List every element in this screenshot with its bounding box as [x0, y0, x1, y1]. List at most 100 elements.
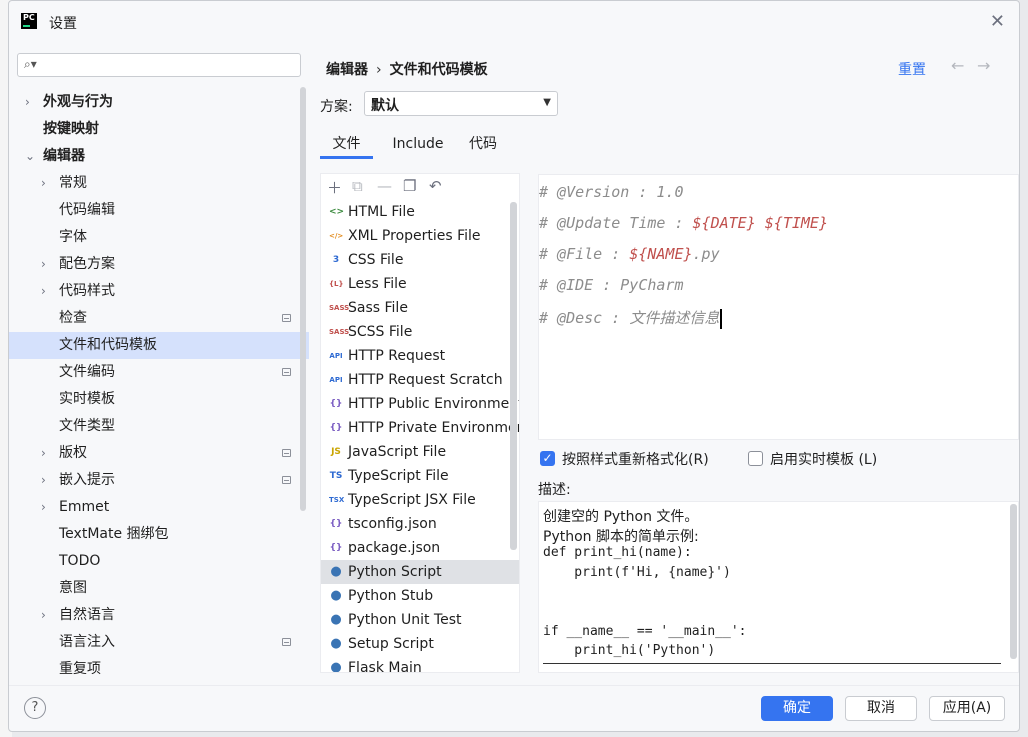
description-scrollbar[interactable]	[1010, 504, 1017, 659]
chevron-right-icon[interactable]: ›	[41, 494, 46, 521]
sidebar-item-label: 嵌入提示	[59, 472, 115, 488]
breadcrumb-editor[interactable]: 编辑器	[326, 62, 368, 78]
sidebar-item[interactable]: › Emmet	[9, 494, 309, 521]
template-editor[interactable]: # @Version : 1.0 # @Update Time : ${DATE}…	[538, 174, 1019, 440]
project-level-icon	[282, 314, 291, 322]
sidebar-item[interactable]: TODO	[9, 548, 309, 575]
template-list-item[interactable]: {} HTTP Private Environment File	[321, 416, 519, 440]
sidebar-item[interactable]: 重复项	[9, 656, 309, 683]
tab-include[interactable]: Include	[383, 131, 453, 159]
sidebar-item[interactable]: 字体	[9, 224, 309, 251]
reset-icon[interactable]: ↶	[429, 177, 442, 195]
template-list-item[interactable]: JS JavaScript File	[321, 440, 519, 464]
sidebar-item[interactable]: 文件编码	[9, 359, 309, 386]
template-name: TypeScript JSX File	[348, 492, 476, 508]
live-templates-checkbox[interactable]	[748, 451, 763, 466]
template-list-item[interactable]: ● Setup Script	[321, 632, 519, 656]
sidebar-item[interactable]: TextMate 捆绑包	[9, 521, 309, 548]
sidebar-item[interactable]: › 代码样式	[9, 278, 309, 305]
reset-link[interactable]: 重置	[898, 59, 926, 79]
template-list-item[interactable]: API HTTP Request Scratch	[321, 368, 519, 392]
remove-icon[interactable]: —	[377, 177, 392, 195]
sidebar-item[interactable]: › 常规	[9, 170, 309, 197]
sidebar-item[interactable]: ⌄ 编辑器	[9, 143, 309, 170]
chevron-down-icon[interactable]: ⌄	[25, 143, 35, 170]
template-name: Flask Main	[348, 660, 422, 673]
file-type-icon: <>	[329, 207, 345, 217]
file-type-icon: TSX	[329, 496, 345, 504]
file-type-icon: JS	[331, 447, 341, 457]
template-list-item[interactable]: {} package.json	[321, 536, 519, 560]
template-list-item[interactable]: {} tsconfig.json	[321, 512, 519, 536]
chevron-right-icon[interactable]: ›	[41, 602, 46, 629]
sidebar-item-label: 语言注入	[59, 634, 115, 650]
code-value: ${NAME}	[629, 245, 693, 263]
add-icon[interactable]: ＋	[327, 177, 342, 198]
add-child-icon[interactable]: ⧉	[352, 177, 363, 195]
template-list-item[interactable]: {L} Less File	[321, 272, 519, 296]
text-caret	[720, 308, 723, 329]
chevron-right-icon[interactable]: ›	[41, 170, 46, 197]
file-type-icon: </>	[329, 232, 344, 240]
sidebar-item[interactable]: › 嵌入提示	[9, 467, 309, 494]
template-list-item[interactable]: TSX TypeScript JSX File	[321, 488, 519, 512]
template-list-item[interactable]: SASS Sass File	[321, 296, 519, 320]
sidebar-item[interactable]: 文件和代码模板	[9, 332, 309, 359]
template-list-item[interactable]: ● Python Unit Test	[321, 608, 519, 632]
sidebar-item[interactable]: 文件类型	[9, 413, 309, 440]
chevron-right-icon[interactable]: ›	[41, 278, 46, 305]
template-list-item[interactable]: TS TypeScript File	[321, 464, 519, 488]
help-button[interactable]: ?	[24, 697, 46, 719]
template-list-item[interactable]: {} HTTP Public Environment File	[321, 392, 519, 416]
ok-button[interactable]: 确定	[761, 696, 833, 721]
search-input[interactable]	[40, 56, 290, 74]
sidebar-item-label: 自然语言	[59, 607, 115, 623]
sidebar-item[interactable]: › 配色方案	[9, 251, 309, 278]
template-list-item[interactable]: <> HTML File	[321, 200, 519, 224]
template-list-item[interactable]: </> XML Properties File	[321, 224, 519, 248]
template-name: package.json	[348, 540, 441, 556]
scheme-dropdown[interactable]: 默认 ▼	[364, 91, 558, 116]
close-button[interactable]: ✕	[990, 11, 1005, 32]
reformat-checkbox[interactable]: ✓	[540, 451, 555, 466]
sidebar-item[interactable]: › 外观与行为	[9, 89, 309, 116]
sidebar-item-label: 编辑器	[43, 148, 85, 164]
template-list-panel: ＋ ⧉ — ❐ ↶ <> HTML File </> XML Properties F…	[320, 173, 520, 673]
code-line: # @Version : 1.0	[539, 183, 684, 205]
description-line: print_hi('Python')	[543, 643, 716, 659]
back-arrow-icon[interactable]: ←	[951, 56, 964, 75]
sidebar-item[interactable]: 按键映射	[9, 116, 309, 143]
apply-button[interactable]: 应用(A)	[929, 696, 1005, 721]
tab-code[interactable]: 代码	[460, 131, 506, 159]
sidebar-item[interactable]: 代码编辑	[9, 197, 309, 224]
tab-files[interactable]: 文件	[320, 131, 373, 159]
title-bar: PC 设置 ✕	[9, 1, 1019, 43]
sidebar-item[interactable]: 检查	[9, 305, 309, 332]
chevron-right-icon[interactable]: ›	[41, 440, 46, 467]
dialog-footer: ? 确定 取消 应用(A)	[9, 685, 1019, 731]
breadcrumb-separator: ›	[376, 62, 382, 78]
forward-arrow-icon[interactable]: →	[977, 56, 990, 75]
live-templates-label: 启用实时模板 (L)	[770, 452, 878, 468]
template-list-item[interactable]: ● Python Script	[321, 560, 519, 584]
template-list-item[interactable]: SASS SCSS File	[321, 320, 519, 344]
search-box[interactable]: ⌕▾	[17, 53, 301, 77]
template-list-item[interactable]: API HTTP Request	[321, 344, 519, 368]
template-list-scrollbar[interactable]	[510, 202, 517, 550]
sidebar-item[interactable]: 语言注入	[9, 629, 309, 656]
sidebar-item[interactable]: 意图	[9, 575, 309, 602]
template-list-item[interactable]: ● Python Stub	[321, 584, 519, 608]
sidebar-item[interactable]: 实时模板	[9, 386, 309, 413]
chevron-right-icon[interactable]: ›	[25, 89, 30, 116]
sidebar-item[interactable]: › 自然语言	[9, 602, 309, 629]
sidebar-item[interactable]: › 版权	[9, 440, 309, 467]
copy-icon[interactable]: ❐	[403, 177, 416, 195]
cancel-button[interactable]: 取消	[845, 696, 917, 721]
template-list-item[interactable]: ● Flask Main	[321, 656, 519, 673]
sidebar-scrollbar[interactable]	[300, 87, 306, 511]
file-type-icon: 3	[332, 255, 340, 265]
template-list-item[interactable]: 3 CSS File	[321, 248, 519, 272]
sidebar-item-label: 代码样式	[59, 283, 115, 299]
chevron-right-icon[interactable]: ›	[41, 251, 46, 278]
chevron-right-icon[interactable]: ›	[41, 467, 46, 494]
